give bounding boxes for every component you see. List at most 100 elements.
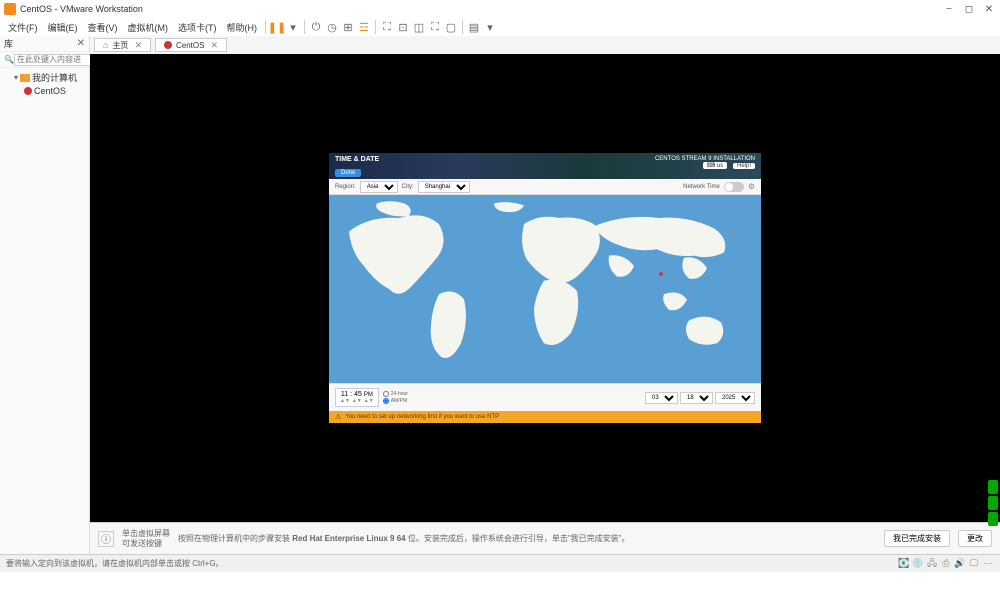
menu-file[interactable]: 文件(F): [4, 19, 42, 36]
tab-bar: ⌂ 主页 ✕ CentOS ✕: [90, 36, 1000, 54]
installer-controls: Region: Asia City: Shanghai Network Time…: [329, 179, 761, 195]
console-view-icon[interactable]: ▢: [444, 20, 458, 34]
close-tab-icon[interactable]: ✕: [134, 40, 142, 51]
tree-item-centos[interactable]: CentOS: [4, 85, 85, 97]
close-tab-icon[interactable]: ✕: [210, 40, 218, 51]
device-disk-icon[interactable]: 💽: [898, 558, 910, 570]
snapshot-manager-icon[interactable]: ⊞: [341, 20, 355, 34]
status-text: 要将输入定向到该虚拟机，请在虚拟机内部单击或按 Ctrl+G。: [6, 558, 224, 569]
menu-tabs[interactable]: 选项卡(T): [174, 19, 221, 36]
tab-centos[interactable]: CentOS ✕: [155, 38, 227, 52]
network-time-label: Network Time: [683, 184, 720, 190]
region-select[interactable]: Asia: [360, 181, 398, 193]
window-title: CentOS - VMware Workstation: [20, 4, 942, 14]
installer-window: TIME & DATE Done CENTOS STREAM 9 INSTALL…: [329, 153, 761, 423]
region-label: Region:: [335, 184, 356, 190]
installer-bottom: 11 : 45 PM ▲▼ ▲▼ ▲▼ 24-hour AM/: [329, 383, 761, 411]
network-time-toggle[interactable]: [724, 182, 744, 192]
dropdown-icon[interactable]: ▾: [286, 20, 300, 34]
snapshot-icon[interactable]: ⏻: [309, 20, 323, 34]
done-button[interactable]: Done: [335, 169, 361, 177]
month-select[interactable]: 03: [645, 392, 678, 404]
right-indicators: [988, 480, 998, 526]
time-format-block: 24-hour AM/PM: [383, 391, 408, 404]
window-controls: − ◻ ✕: [942, 2, 996, 16]
tab-centos-label: CentOS: [176, 41, 204, 50]
sidebar-title: 库: [4, 37, 13, 50]
indicator: [988, 512, 998, 526]
device-network-icon[interactable]: 🖧: [926, 558, 938, 570]
app-icon: [4, 3, 16, 15]
install-message: 按照在物理计算机中的步骤安装 Red Hat Enterprise Linux …: [178, 534, 630, 544]
installer-header: TIME & DATE Done CENTOS STREAM 9 INSTALL…: [329, 153, 761, 179]
quick-switch-icon[interactable]: ◫: [412, 20, 426, 34]
menu-vm[interactable]: 虚拟机(M): [124, 19, 173, 36]
tab-home[interactable]: ⌂ 主页 ✕: [94, 38, 151, 52]
ampm-spinner[interactable]: ▲▼: [364, 398, 374, 404]
separator: [265, 20, 266, 34]
power-icon[interactable]: ☲: [357, 20, 371, 34]
map-svg: [329, 195, 761, 383]
menu-edit[interactable]: 编辑(E): [44, 19, 82, 36]
city-select[interactable]: Shanghai: [418, 181, 470, 193]
maximize-button[interactable]: ◻: [962, 2, 976, 16]
info-icon: ⓘ: [98, 531, 114, 547]
unity-icon[interactable]: ⊡: [396, 20, 410, 34]
indicator: [988, 480, 998, 494]
date-selects: 03 18 2025: [645, 392, 755, 404]
gear-icon[interactable]: ⚙: [748, 182, 755, 191]
search-icon: 🔍: [4, 55, 14, 64]
keyboard-layout-pill[interactable]: ⌨ us: [703, 162, 728, 169]
hint-line2: 可发送按键: [122, 539, 170, 549]
pause-icon[interactable]: ❚❚: [270, 20, 284, 34]
menu-help[interactable]: 帮助(H): [223, 19, 262, 36]
tree-item-label: CentOS: [34, 86, 66, 96]
status-bar: 要将输入定向到该虚拟机，请在虚拟机内部单击或按 Ctrl+G。 💽 💿 🖧 ⎙ …: [0, 554, 1000, 572]
sidebar-header: 库 ✕: [0, 36, 89, 52]
os-icon: [24, 87, 32, 95]
year-select[interactable]: 2025: [715, 392, 755, 404]
warning-icon: ⚠: [335, 413, 341, 421]
installer-title: TIME & DATE: [335, 156, 379, 163]
minimize-button[interactable]: −: [942, 2, 956, 16]
minute-spinner[interactable]: ▲▼: [352, 398, 362, 404]
change-button[interactable]: 更改: [958, 530, 992, 547]
fullscreen-icon[interactable]: ⛶: [380, 20, 394, 34]
sidebar-close-icon[interactable]: ✕: [77, 38, 85, 49]
device-more-icon[interactable]: ⋯: [982, 558, 994, 570]
os-icon: [164, 41, 172, 49]
device-sound-icon[interactable]: 🔊: [954, 558, 966, 570]
library-icon[interactable]: ▤: [467, 20, 481, 34]
main-area: 库 ✕ 🔍 ▾ ▾ 我的计算机 CentOS ⌂ 主页 ✕: [0, 36, 1000, 554]
folder-icon: [20, 74, 30, 82]
close-button[interactable]: ✕: [982, 2, 996, 16]
hour-spinner[interactable]: ▲▼: [340, 398, 350, 404]
title-bar: CentOS - VMware Workstation − ◻ ✕: [0, 0, 1000, 18]
separator: [375, 20, 376, 34]
tree-root-mycomputer[interactable]: ▾ 我的计算机: [4, 70, 85, 85]
hint-text: 单击虚拟屏幕 可发送按键: [122, 529, 170, 548]
dropdown-icon[interactable]: ▾: [483, 20, 497, 34]
menu-bar: 文件(F) 编辑(E) 查看(V) 虚拟机(M) 选项卡(T) 帮助(H) ❚❚…: [0, 18, 1000, 36]
format-ampm[interactable]: AM/PM: [383, 398, 408, 404]
stretch-icon[interactable]: ⛶: [428, 20, 442, 34]
sidebar-tree: ▾ 我的计算机 CentOS: [0, 68, 89, 99]
vm-display[interactable]: TIME & DATE Done CENTOS STREAM 9 INSTALL…: [90, 54, 1000, 522]
device-cd-icon[interactable]: 💿: [912, 558, 924, 570]
day-select[interactable]: 18: [680, 392, 713, 404]
menu-view[interactable]: 查看(V): [84, 19, 122, 36]
world-map[interactable]: [329, 195, 761, 383]
device-usb-icon[interactable]: ⎙: [940, 558, 952, 570]
hint-line1: 单击虚拟屏幕: [122, 529, 170, 539]
bottom-info-bar: ⓘ 单击虚拟屏幕 可发送按键 按照在物理计算机中的步骤安装 Red Hat En…: [90, 522, 1000, 554]
separator: [304, 20, 305, 34]
clock-icon[interactable]: ◷: [325, 20, 339, 34]
time-block: 11 : 45 PM ▲▼ ▲▼ ▲▼: [335, 388, 379, 407]
help-button[interactable]: Help!: [733, 163, 755, 169]
installer-header-right: CENTOS STREAM 9 INSTALLATION ⌨ us Help!: [655, 156, 755, 169]
install-done-button[interactable]: 我已完成安装: [884, 530, 950, 547]
warning-text: You need to set up networking first if y…: [345, 414, 499, 420]
device-display-icon[interactable]: 🖵: [968, 558, 980, 570]
format-24h[interactable]: 24-hour: [383, 391, 408, 397]
tree-root-label: 我的计算机: [32, 71, 77, 84]
